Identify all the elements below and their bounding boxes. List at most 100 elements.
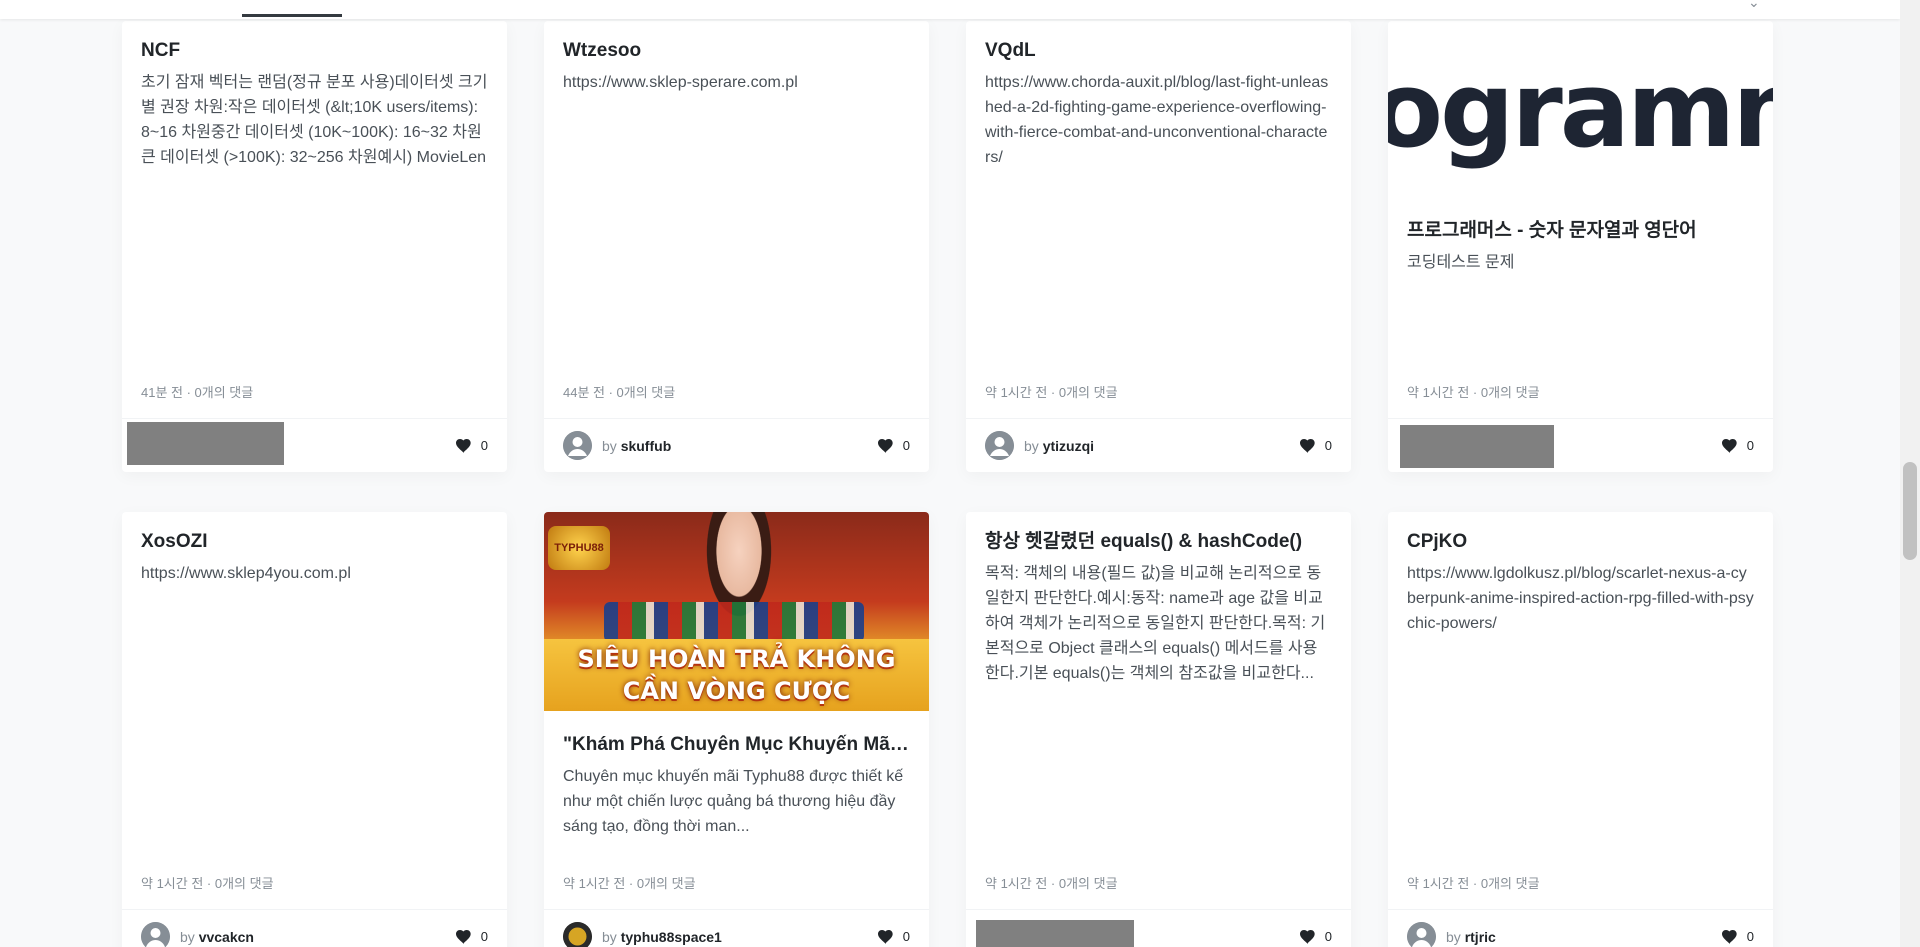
scrollbar-thumb[interactable] xyxy=(1903,462,1917,560)
post-description: 목적: 객체의 내용(필드 값)을 비교해 논리적으로 동일한지 판단한다.예시… xyxy=(985,565,1326,682)
by-text: by xyxy=(602,928,617,945)
by-text: by xyxy=(1446,928,1461,945)
avatar[interactable] xyxy=(141,922,170,947)
post-description: 코딩테스트 문제 xyxy=(1407,254,1515,271)
heart-icon xyxy=(877,438,893,453)
like-count-value: 0 xyxy=(480,929,488,944)
post-thumbnail[interactable]: TYPHU88 SIÊU HOÀN TRẢ KHÔNG CẦN VÒNG CƯỢ… xyxy=(544,512,929,711)
post-description: Chuyên mục khuyến mãi Typhu88 được thiết… xyxy=(563,768,904,835)
by-text: by xyxy=(602,437,617,454)
post-title[interactable]: 프로그래머스 - 숫자 문자열과 영단어 xyxy=(1407,217,1754,244)
user-avatar-icon xyxy=(563,922,592,947)
like-count-value: 0 xyxy=(1746,929,1754,944)
post-card[interactable]: Wtzesoo https://www.sklep-sperare.com.pl… xyxy=(544,21,929,472)
post-card[interactable]: TYPHU88 SIÊU HOÀN TRẢ KHÔNG CẦN VÒNG CƯỢ… xyxy=(544,512,929,947)
post-meta: 약 1시간 전 · 0개의 댓글 xyxy=(985,385,1118,400)
post-footer: by typhu88space1 0 xyxy=(544,909,929,947)
post-meta: 41분 전 · 0개의 댓글 xyxy=(141,385,254,400)
by-text: by xyxy=(180,928,195,945)
heart-icon xyxy=(1299,438,1315,453)
like-count-value: 0 xyxy=(902,929,910,944)
top-navigation-bar: ⌄ xyxy=(0,0,1900,19)
like-count[interactable]: 0 xyxy=(877,438,910,453)
heart-icon xyxy=(877,929,893,944)
by-text: by xyxy=(1024,437,1039,454)
like-count-value: 0 xyxy=(902,438,910,453)
user-avatar-icon xyxy=(563,431,592,460)
post-thumbnail[interactable]: rogramm xyxy=(1388,21,1773,220)
like-count-value: 0 xyxy=(480,438,488,453)
avatar[interactable] xyxy=(563,922,592,947)
heart-icon xyxy=(1721,929,1737,944)
post-card[interactable]: CPjKO https://www.lgdolkusz.pl/blog/scar… xyxy=(1388,512,1773,947)
author-name[interactable]: rtjric xyxy=(1465,929,1496,945)
heart-icon xyxy=(455,929,471,944)
post-footer: by ytizuzqi 0 xyxy=(966,418,1351,472)
post-meta: 약 1시간 전 · 0개의 댓글 xyxy=(985,876,1118,891)
post-card[interactable]: XosOZI https://www.sklep4you.com.pl 약 1시… xyxy=(122,512,507,947)
chevron-down-icon[interactable]: ⌄ xyxy=(1748,0,1760,11)
author-name[interactable]: skuffub xyxy=(621,438,672,454)
post-card[interactable]: NCF 초기 잠재 벡터는 랜덤(정규 분포 사용)데이터셋 크기별 권장 차원… xyxy=(122,21,507,472)
author-name[interactable]: ytizuzqi xyxy=(1043,438,1094,454)
brand-logo: TYPHU88 xyxy=(548,526,610,570)
post-title[interactable]: 항상 헷갈렸던 equals() & hashCode() xyxy=(985,528,1332,555)
post-title[interactable]: XosOZI xyxy=(141,528,488,555)
post-meta: 약 1시간 전 · 0개의 댓글 xyxy=(141,876,274,891)
post-footer: by rtjric 0 xyxy=(1388,909,1773,947)
post-title[interactable]: NCF xyxy=(141,37,488,64)
avatar[interactable] xyxy=(563,431,592,460)
post-title[interactable]: CPjKO xyxy=(1407,528,1754,555)
like-count-value: 0 xyxy=(1324,929,1332,944)
avatar[interactable] xyxy=(985,431,1014,460)
post-description: https://www.sklep-sperare.com.pl xyxy=(563,74,798,91)
post-title[interactable]: Wtzesoo xyxy=(563,37,910,64)
post-title[interactable]: "Khám Phá Chuyên Mục Khuyến Mãi Typhu88" xyxy=(563,731,910,758)
user-avatar-icon xyxy=(1407,922,1436,947)
active-tab-indicator xyxy=(242,14,342,17)
post-card[interactable]: rogramm 프로그래머스 - 숫자 문자열과 영단어 코딩테스트 문제 약 … xyxy=(1388,21,1773,472)
like-count[interactable]: 0 xyxy=(877,929,910,944)
author-label: by typhu88space1 xyxy=(602,929,722,945)
thumbnail-text: rogramm xyxy=(1388,49,1773,171)
heart-icon xyxy=(455,438,471,453)
post-card[interactable]: 항상 헷갈렸던 equals() & hashCode() 목적: 객체의 내용… xyxy=(966,512,1351,947)
author-name[interactable]: typhu88space1 xyxy=(621,929,722,945)
like-count[interactable]: 0 xyxy=(455,438,488,453)
post-footer: by skuffub 0 xyxy=(544,418,929,472)
vertical-scrollbar[interactable] xyxy=(1900,0,1920,947)
author-name[interactable]: vvcakcn xyxy=(199,929,254,945)
like-count[interactable]: 0 xyxy=(1721,438,1754,453)
heart-icon xyxy=(1299,929,1315,944)
post-meta: 44분 전 · 0개의 댓글 xyxy=(563,385,676,400)
banner-line-2: CẦN VÒNG CƯỢC xyxy=(622,677,851,705)
post-footer: by vvcakcn 0 xyxy=(122,909,507,947)
casino-chips-graphic xyxy=(604,602,864,642)
post-description: 초기 잠재 벡터는 랜덤(정규 분포 사용)데이터셋 크기별 권장 차원:작은 … xyxy=(141,74,488,166)
redacted-author-block xyxy=(1400,425,1554,468)
user-avatar-icon xyxy=(141,922,170,947)
banner-line-1: SIÊU HOÀN TRẢ KHÔNG xyxy=(577,645,896,673)
post-meta: 약 1시간 전 · 0개의 댓글 xyxy=(563,876,696,891)
author-label: by vvcakcn xyxy=(180,929,254,945)
author-label: by rtjric xyxy=(1446,929,1496,945)
author-label: by skuffub xyxy=(602,438,671,454)
author-label: by ytizuzqi xyxy=(1024,438,1094,454)
like-count[interactable]: 0 xyxy=(1299,929,1332,944)
post-description: https://www.lgdolkusz.pl/blog/scarlet-ne… xyxy=(1407,565,1754,632)
like-count[interactable]: 0 xyxy=(1299,438,1332,453)
like-count-value: 0 xyxy=(1746,438,1754,453)
post-meta: 약 1시간 전 · 0개의 댓글 xyxy=(1407,876,1540,891)
post-description: https://www.sklep4you.com.pl xyxy=(141,565,351,582)
post-meta: 약 1시간 전 · 0개의 댓글 xyxy=(1407,385,1540,400)
like-count[interactable]: 0 xyxy=(1721,929,1754,944)
post-card[interactable]: VQdL https://www.chorda-auxit.pl/blog/la… xyxy=(966,21,1351,472)
like-count[interactable]: 0 xyxy=(455,929,488,944)
like-count-value: 0 xyxy=(1324,438,1332,453)
post-title[interactable]: VQdL xyxy=(985,37,1332,64)
redacted-author-block xyxy=(976,920,1134,947)
avatar[interactable] xyxy=(1407,922,1436,947)
heart-icon xyxy=(1721,438,1737,453)
redacted-author-block xyxy=(127,422,284,465)
user-avatar-icon xyxy=(985,431,1014,460)
